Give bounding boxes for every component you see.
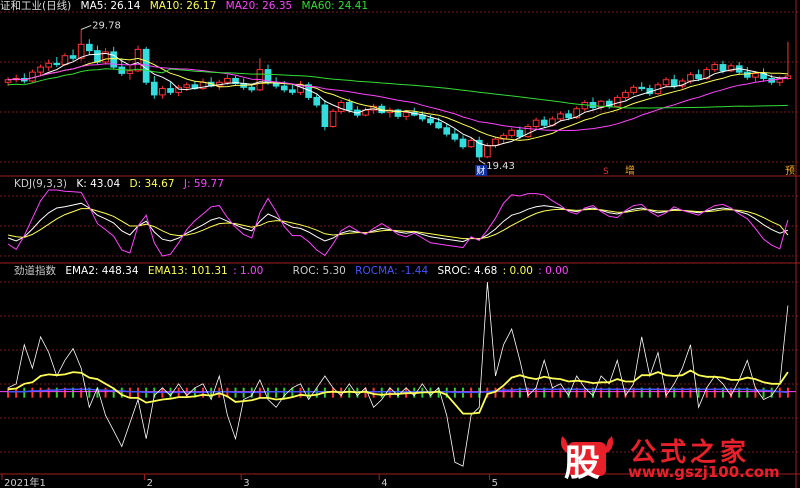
candle-body [581, 101, 589, 110]
candle-body [613, 96, 621, 107]
ma10-label: MA10: 26.17 [149, 0, 217, 12]
candle-body [313, 96, 321, 106]
sroc-label: SROC: 4.68 [437, 265, 498, 277]
roc-label: ROC: 5.30 [292, 265, 346, 277]
candle-body [687, 74, 694, 82]
candle-body [752, 72, 759, 78]
candle-body [345, 101, 353, 111]
candle-body [435, 122, 442, 129]
x-tick-label: 3 [243, 478, 249, 488]
candle-body [427, 118, 434, 124]
x-tick-label: 4 [381, 478, 387, 488]
candle-body [167, 88, 174, 93]
candle-body [743, 71, 751, 78]
candle-body [94, 50, 101, 63]
candle-body [280, 85, 288, 91]
candle-body [467, 139, 475, 148]
candle-body [4, 79, 12, 83]
high-pointer [80, 24, 92, 30]
candle-body [37, 66, 44, 73]
kdj-d-label: D: 34.67 [129, 178, 175, 190]
kdj-j-label: J: 59.77 [183, 178, 224, 190]
candle-body [630, 86, 637, 93]
candle-body [126, 70, 134, 74]
aux2-label: : 0.00 [502, 265, 533, 277]
candle-body [248, 86, 256, 91]
candle-body [134, 48, 142, 72]
candle-body [459, 138, 467, 148]
candle-body [29, 71, 36, 82]
ma20-label: MA20: 26.35 [225, 0, 293, 12]
indicator-legend: 劲道指数 EMA2: 448.34 EMA13: 101.31 : 1.00 R… [14, 265, 575, 277]
candle-body [110, 51, 118, 68]
candle-body [45, 62, 53, 68]
candle-body [711, 64, 719, 71]
high-label: 29.78 [92, 20, 121, 31]
ma5-label: MA5: 26.14 [80, 0, 141, 12]
watermark-url: www.gszj100.com [628, 463, 780, 481]
indicator-title: 劲道指数 [14, 265, 56, 277]
candle-body [532, 119, 540, 127]
candle-body [443, 127, 451, 135]
ema13-label: EMA13: 101.31 [147, 265, 228, 277]
candle-body [85, 43, 93, 52]
candle-body [289, 89, 296, 93]
candle-body [557, 113, 564, 120]
watermark: 股 公式之家 www.gszj100.com [558, 432, 790, 484]
stock-chart: 29.78 19.43财 S 增 预 2021年1 2 3 4 5 [0, 0, 800, 488]
aux3-label: : 0.00 [538, 265, 569, 277]
rocma-label: ROCMA: -1.44 [355, 265, 429, 277]
event-tag-yu: 预 [785, 165, 795, 177]
candle-body [183, 84, 191, 88]
price-legend: 证和工业(日线) MA5: 26.14 MA10: 26.17 MA20: 26… [0, 0, 374, 12]
candle-body [622, 91, 629, 98]
candle-body [484, 144, 491, 158]
kdj-title: KDJ(9,3,3) [14, 178, 67, 190]
candle-body [719, 64, 727, 72]
ema2-label: EMA2: 448.34 [65, 265, 139, 277]
price-panel: 29.78 19.43财 S 增 预 [4, 20, 795, 177]
candle-body [69, 55, 77, 59]
candle-body [670, 79, 678, 87]
candle-body [337, 101, 345, 112]
chart-title: 证和工业(日线) [0, 0, 72, 12]
candle-body [159, 88, 166, 96]
candle-body [61, 55, 69, 66]
candle-body [329, 110, 337, 127]
fin-tag: 财 [476, 165, 485, 177]
x-tick-label: 2021年1 [4, 476, 46, 488]
event-tag-zeng: 增 [625, 164, 635, 177]
x-tick-label: 5 [492, 478, 498, 488]
candle-body [150, 81, 158, 96]
event-tag-s: S [603, 167, 609, 177]
kdj-legend: KDJ(9,3,3) K: 43.04 D: 34.67 J: 59.77 [14, 178, 230, 190]
candle-body [508, 129, 516, 136]
candle-body [516, 129, 524, 138]
candle-body [402, 112, 410, 117]
candle-body [565, 113, 572, 119]
low-label: 19.43 [486, 161, 515, 172]
candle-body [662, 79, 670, 86]
candle-body [175, 86, 183, 93]
candle-body [224, 77, 231, 83]
candle-body [638, 86, 646, 90]
candle-body [321, 104, 329, 127]
candle-body [53, 62, 61, 66]
kdj-k-label: K: 43.04 [76, 178, 121, 190]
candle-body [451, 133, 459, 140]
aux1-label: : 1.00 [233, 265, 264, 277]
candle-body [695, 74, 702, 79]
ma60-label: MA60: 24.41 [301, 0, 369, 12]
candle-body [540, 119, 548, 126]
ma60-line [8, 68, 788, 109]
x-axis-labels: 2021年1 2 3 4 5 [1, 474, 498, 488]
x-tick-label: 2 [147, 478, 153, 488]
kdj-panel [7, 189, 789, 257]
candle-body [492, 138, 499, 146]
watermark-logo-char: 股 [564, 443, 601, 484]
